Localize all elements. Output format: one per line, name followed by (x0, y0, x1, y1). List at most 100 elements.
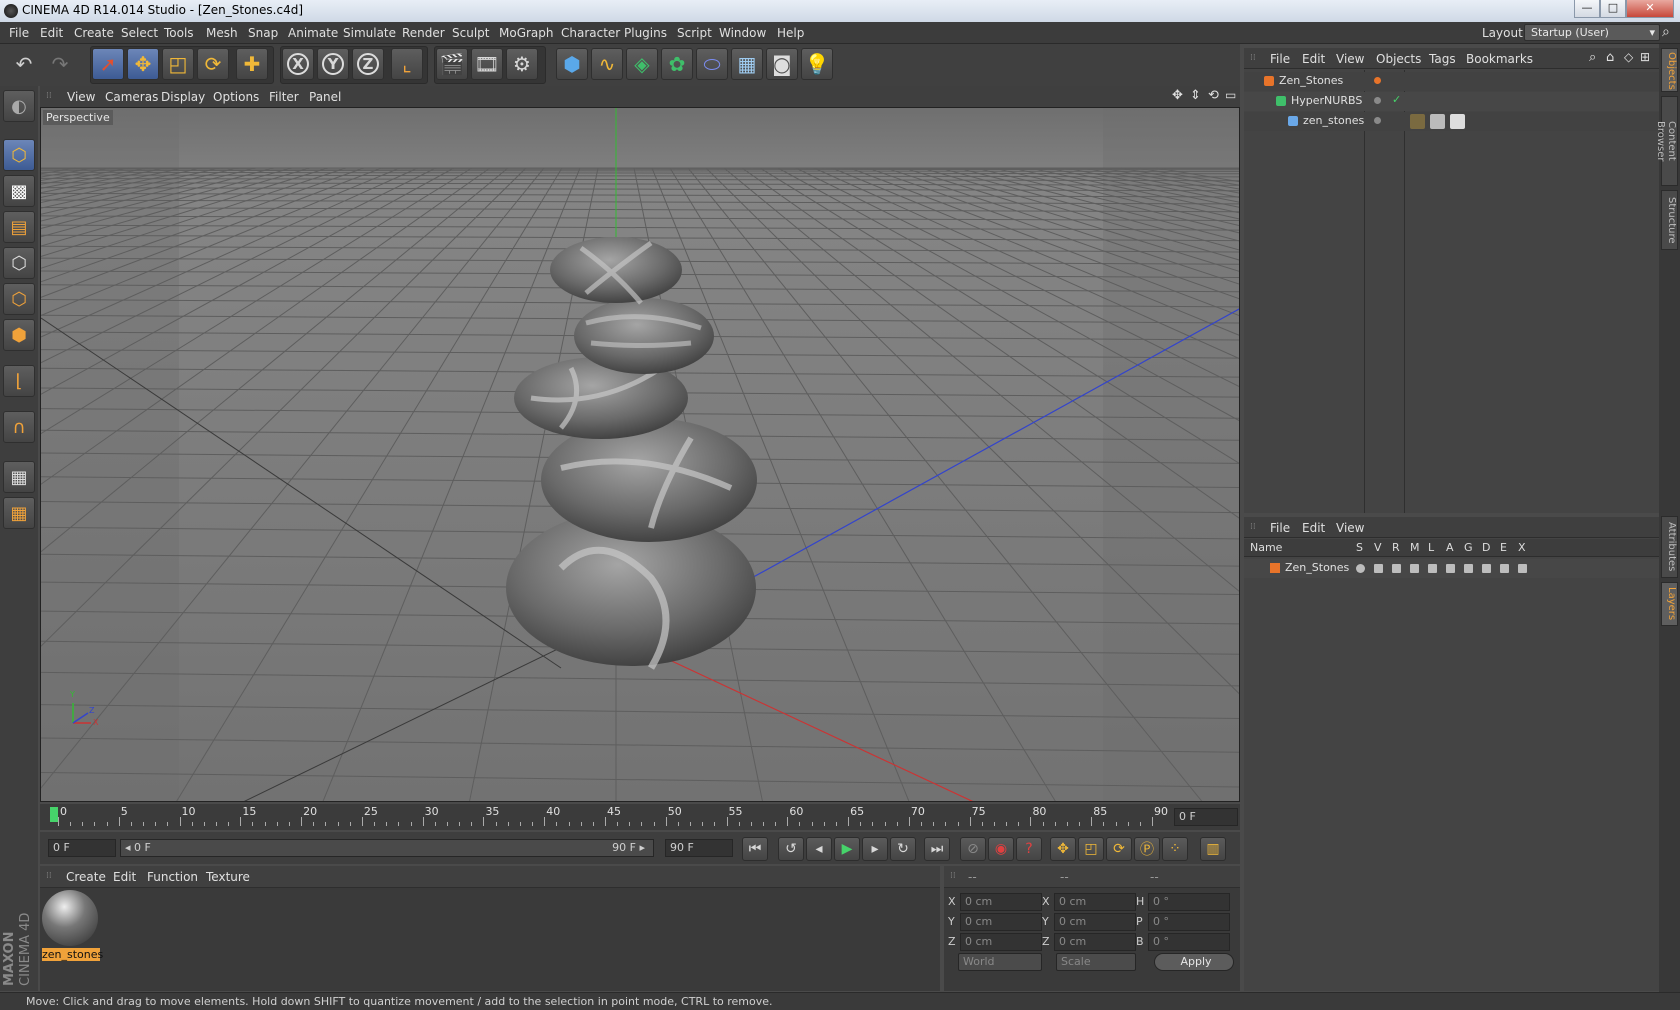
layer-column-s[interactable]: S (1356, 541, 1363, 554)
back-icon[interactable]: ◇ (1624, 50, 1633, 64)
viewport-menu-view[interactable]: View (67, 90, 95, 104)
undo-icon[interactable]: ↶ (8, 48, 40, 80)
camera-icon[interactable]: ◙ (766, 48, 798, 80)
menu-window[interactable]: Window (719, 26, 766, 40)
visibility-dot-icon[interactable] (1374, 97, 1381, 104)
dolly-view-icon[interactable]: ⇕ (1190, 88, 1201, 103)
light-icon[interactable]: 💡 (801, 48, 833, 80)
menu-select[interactable]: Select (121, 26, 158, 40)
go-to-end-icon[interactable]: ⏭ (924, 837, 950, 861)
layer-locked-toggle-icon[interactable] (1428, 564, 1437, 573)
tab-layers[interactable]: Layers (1661, 582, 1678, 626)
layer-column-v[interactable]: V (1374, 541, 1382, 554)
start-frame-field[interactable]: 0 F (48, 839, 116, 857)
spline-icon[interactable]: ∿ (591, 48, 623, 80)
layer-column-a[interactable]: A (1446, 541, 1454, 554)
layers-menu-file[interactable]: File (1270, 521, 1290, 535)
viewport-menu-cameras[interactable]: Cameras (105, 90, 158, 104)
minimize-button[interactable]: — (1574, 0, 1600, 18)
viewport-menu-filter[interactable]: Filter (269, 90, 299, 104)
add-object-icon[interactable]: ✚ (236, 48, 268, 80)
viewport-menu-panel[interactable]: Panel (309, 90, 341, 104)
edges-mode-icon[interactable]: ⬡ (3, 283, 35, 315)
coord-value-field[interactable]: 0 cm (960, 893, 1042, 911)
make-editable-icon[interactable]: ◐ (3, 90, 35, 122)
coord-value-field[interactable]: 0 cm (1054, 913, 1136, 931)
phong-tag-icon[interactable] (1410, 114, 1425, 129)
timeline-playhead[interactable] (50, 807, 58, 822)
layer-column-l[interactable]: L (1428, 541, 1434, 554)
coordinate-system-icon[interactable]: ⌞ (391, 48, 423, 80)
layer-column-d[interactable]: D (1482, 541, 1490, 554)
pan-view-icon[interactable]: ✥ (1172, 88, 1183, 103)
maximize-button[interactable]: □ (1600, 0, 1626, 18)
scale-tool-icon[interactable]: ◰ (162, 48, 194, 80)
layers-menu-edit[interactable]: Edit (1302, 521, 1325, 535)
layer-column-g[interactable]: G (1464, 541, 1473, 554)
objects-menu-tags[interactable]: Tags (1429, 52, 1456, 66)
planar-workplane-icon[interactable]: ▦ (3, 497, 35, 529)
array-icon[interactable]: ✿ (661, 48, 693, 80)
key-rotation-icon[interactable]: ⟳ (1106, 837, 1132, 861)
viewport-menu-options[interactable]: Options (213, 90, 259, 104)
texture-mode-icon[interactable]: ▩ (3, 175, 35, 207)
menu-script[interactable]: Script (677, 26, 712, 40)
render-settings-icon[interactable]: ⚙ (506, 48, 538, 80)
new-view-icon[interactable]: ⊞ (1640, 50, 1650, 64)
layer-column-name[interactable]: Name (1250, 541, 1282, 554)
frame-range-slider[interactable]: ◂ 0 F 90 F ▸ (120, 839, 654, 857)
tab-structure[interactable]: Structure (1661, 190, 1678, 250)
layer-column-m[interactable]: M (1410, 541, 1420, 554)
objects-menu-view[interactable]: View (1336, 52, 1364, 66)
polygons-mode-icon[interactable]: ⬢ (3, 319, 35, 351)
y-axis-lock-button[interactable]: Y (317, 48, 349, 80)
layer-solo-toggle-icon[interactable] (1356, 564, 1365, 573)
layer-row[interactable]: Zen_Stones (1244, 559, 1659, 578)
workplane-icon[interactable]: ▤ (3, 211, 35, 243)
layer-animation-toggle-icon[interactable] (1446, 564, 1455, 573)
keyframe-selection-icon[interactable]: ? (1016, 837, 1042, 861)
layer-column-e[interactable]: E (1500, 541, 1507, 554)
close-button[interactable]: ✕ (1626, 0, 1674, 18)
coord-value-field[interactable]: 0 cm (1054, 933, 1136, 951)
layer-generators-toggle-icon[interactable] (1464, 564, 1473, 573)
go-to-start-icon[interactable]: ⏮ (742, 837, 768, 861)
coord-value-field[interactable]: 0 ° (1148, 893, 1230, 911)
locked-workplane-icon[interactable]: ▦ (3, 461, 35, 493)
material-menu-texture[interactable]: Texture (206, 870, 250, 884)
layer-render-toggle-icon[interactable] (1392, 564, 1401, 573)
toggle-view-icon[interactable]: ▭ (1225, 88, 1236, 102)
object-row[interactable]: Zen_Stones (1244, 72, 1659, 91)
autokey-icon[interactable]: ◉ (988, 837, 1014, 861)
tab-attributes[interactable]: Attributes (1661, 516, 1678, 578)
menu-render[interactable]: Render (402, 26, 445, 40)
material-swatch[interactable]: zen_stones (42, 890, 103, 964)
search-icon[interactable]: ⌕ (1662, 24, 1670, 40)
objects-menu-objects[interactable]: Objects (1376, 52, 1421, 66)
menu-simulate[interactable]: Simulate (343, 26, 396, 40)
object-row[interactable]: HyperNURBS ✓ (1244, 92, 1659, 111)
enabled-check-icon[interactable]: ✓ (1392, 93, 1401, 106)
visibility-dot-icon[interactable] (1374, 77, 1381, 84)
material-menu-create[interactable]: Create (66, 870, 106, 884)
snap-magnet-icon[interactable]: ∩ (3, 411, 35, 443)
menu-edit[interactable]: Edit (40, 26, 63, 40)
move-tool-icon[interactable]: ✥ (127, 48, 159, 80)
play-forward-icon[interactable]: ▶ (834, 837, 860, 861)
live-selection-icon[interactable]: ➚ (92, 48, 124, 80)
layer-view-toggle-icon[interactable] (1374, 564, 1383, 573)
key-scale-icon[interactable]: ◰ (1078, 837, 1104, 861)
material-tag-icon[interactable] (1430, 114, 1445, 129)
objects-menu-bookmarks[interactable]: Bookmarks (1466, 52, 1533, 66)
menu-sculpt[interactable]: Sculpt (452, 26, 489, 40)
render-view-icon[interactable]: 🎬 (436, 48, 468, 80)
redo-icon[interactable]: ↷ (44, 48, 76, 80)
rotate-view-icon[interactable]: ⟲ (1208, 88, 1219, 103)
coord-value-field[interactable]: 0 ° (1148, 913, 1230, 931)
z-axis-lock-button[interactable]: Z (352, 48, 384, 80)
points-mode-icon[interactable]: ⬡ (3, 247, 35, 279)
record-keys-icon[interactable]: ⊘ (960, 837, 986, 861)
layout-dropdown[interactable]: Startup (User) (1524, 24, 1660, 41)
cube-primitive-icon[interactable]: ⬢ (556, 48, 588, 80)
menu-file[interactable]: File (9, 26, 29, 40)
